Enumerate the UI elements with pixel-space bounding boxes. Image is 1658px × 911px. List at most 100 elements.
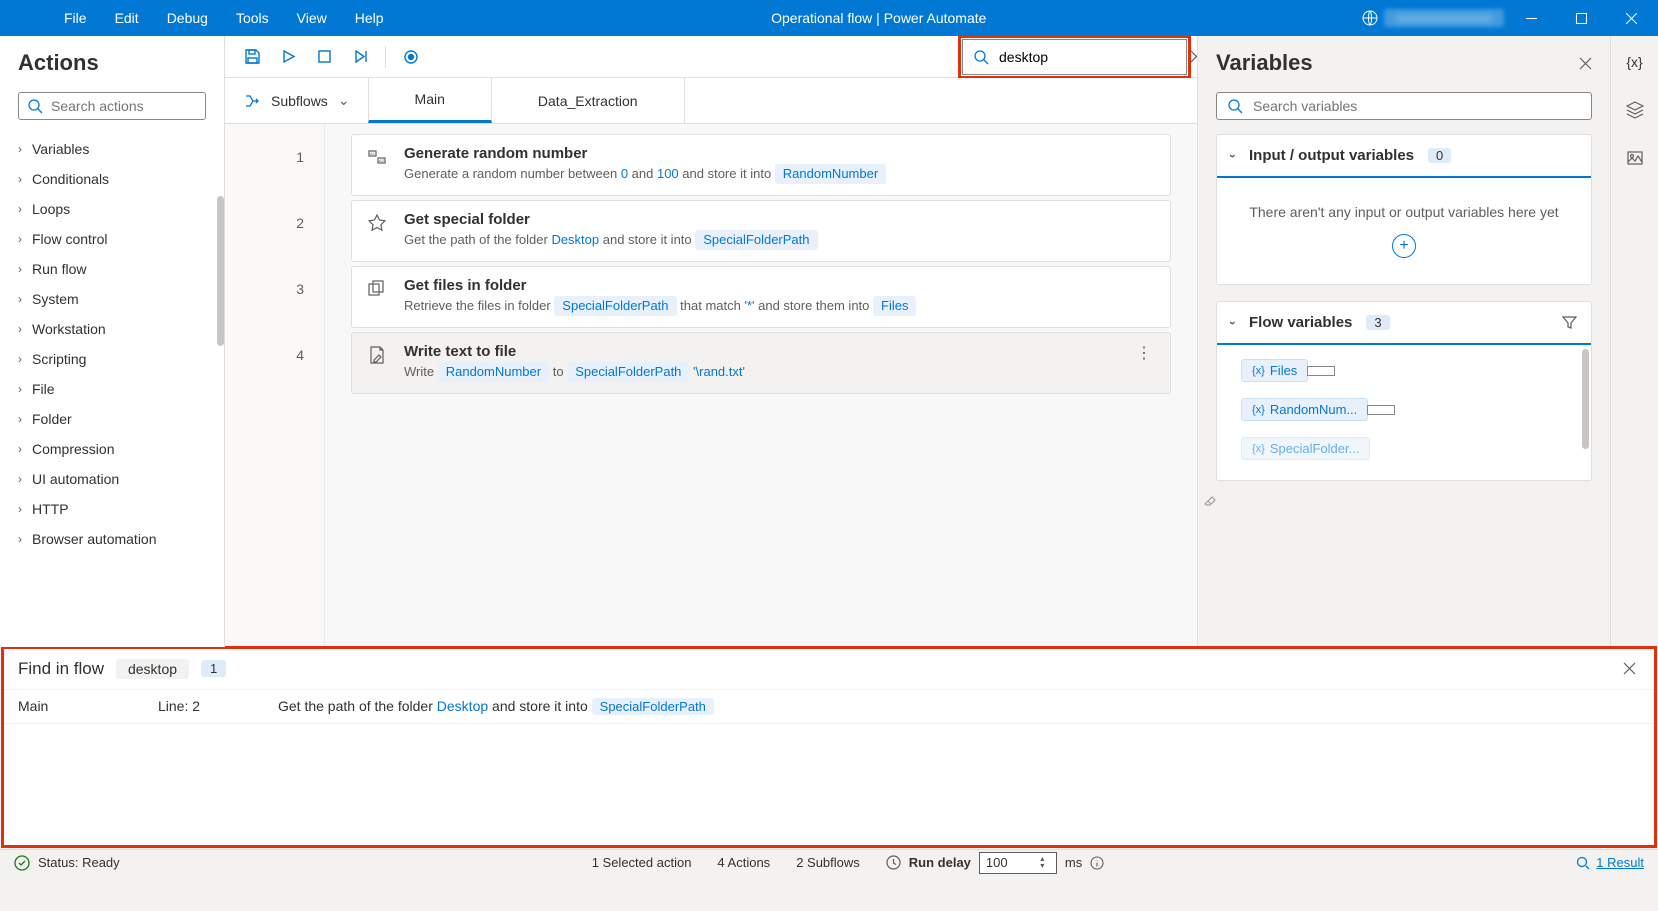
flow-var-item[interactable]: {x}SpecialFolder... bbox=[1227, 429, 1581, 468]
variable-chip: RandomNumber bbox=[438, 362, 549, 382]
filter-icon[interactable] bbox=[1562, 315, 1577, 330]
add-variable-button[interactable]: + bbox=[1392, 234, 1416, 258]
flow-variables-header[interactable]: › Flow variables 3 bbox=[1217, 302, 1591, 345]
menu-tools[interactable]: Tools bbox=[222, 0, 283, 36]
actions-scrollbar[interactable] bbox=[217, 196, 224, 346]
line-number: 3 bbox=[225, 256, 324, 322]
layers-rail-icon[interactable] bbox=[1623, 98, 1647, 122]
actions-panel: Actions ›Variables ›Conditionals ›Loops … bbox=[0, 36, 225, 647]
search-icon bbox=[1227, 98, 1243, 114]
maximize-button[interactable] bbox=[1558, 0, 1604, 36]
category-loops[interactable]: ›Loops bbox=[18, 194, 220, 224]
category-scripting[interactable]: ›Scripting bbox=[18, 344, 220, 374]
variables-search-input[interactable] bbox=[1253, 98, 1581, 114]
step-button[interactable] bbox=[343, 40, 377, 74]
chevron-right-icon: › bbox=[18, 442, 22, 456]
flow-variables-section: › Flow variables 3 {x}Files {x}RandomNum… bbox=[1216, 301, 1592, 481]
category-http[interactable]: ›HTTP bbox=[18, 494, 220, 524]
eraser-icon[interactable] bbox=[1198, 487, 1610, 511]
minimize-button[interactable] bbox=[1508, 0, 1554, 36]
find-in-flow-panel: Find in flow desktop 1 Main Line: 2 Get … bbox=[2, 647, 1656, 847]
close-button[interactable] bbox=[1608, 0, 1654, 36]
svg-text:A2: A2 bbox=[379, 158, 385, 163]
line-number: 4 bbox=[225, 322, 324, 388]
more-options-icon[interactable]: ⋮ bbox=[1134, 343, 1154, 363]
io-count-badge: 0 bbox=[1428, 148, 1451, 163]
category-browser-automation[interactable]: ›Browser automation bbox=[18, 524, 220, 554]
step-title: Get special folder bbox=[404, 211, 1154, 228]
flow-vars-scrollbar[interactable] bbox=[1582, 349, 1589, 449]
line-number: 1 bbox=[225, 124, 324, 190]
category-variables[interactable]: ›Variables bbox=[18, 134, 220, 164]
status-ready: Status: Ready bbox=[38, 855, 120, 870]
search-icon bbox=[27, 98, 43, 114]
line-gutter: 1 2 3 4 bbox=[225, 124, 325, 647]
find-close-icon[interactable] bbox=[1619, 658, 1640, 679]
step-special-folder[interactable]: Get special folder Get the path of the f… bbox=[351, 200, 1171, 262]
category-file[interactable]: ›File bbox=[18, 374, 220, 404]
step-description: Write RandomNumber to SpecialFolderPath … bbox=[404, 362, 1118, 382]
toolbar bbox=[225, 36, 1197, 78]
chevron-down-icon: ⌄ bbox=[338, 92, 350, 109]
actions-search-input[interactable] bbox=[51, 98, 232, 114]
step-generate-random[interactable]: A1A2 Generate random number Generate a r… bbox=[351, 134, 1171, 196]
images-rail-icon[interactable] bbox=[1623, 146, 1647, 170]
category-folder[interactable]: ›Folder bbox=[18, 404, 220, 434]
step-write-text[interactable]: Write text to file Write RandomNumber to… bbox=[351, 332, 1171, 394]
window-title: Operational flow | Power Automate bbox=[398, 10, 1360, 26]
run-button[interactable] bbox=[271, 40, 305, 74]
io-variables-header[interactable]: › Input / output variables 0 bbox=[1217, 135, 1591, 178]
flow-var-item[interactable]: {x}Files bbox=[1227, 351, 1581, 390]
search-icon bbox=[973, 49, 989, 65]
tab-main[interactable]: Main bbox=[368, 78, 492, 123]
variable-chip: {x}RandomNum... bbox=[1241, 398, 1368, 421]
write-file-icon bbox=[368, 346, 388, 366]
category-system[interactable]: ›System bbox=[18, 284, 220, 314]
actions-search[interactable] bbox=[18, 92, 206, 120]
search-flow-input[interactable] bbox=[999, 49, 1180, 65]
save-button[interactable] bbox=[235, 40, 269, 74]
variable-chip: SpecialFolderPath bbox=[592, 698, 714, 715]
menu-debug[interactable]: Debug bbox=[153, 0, 222, 36]
category-conditionals[interactable]: ›Conditionals bbox=[18, 164, 220, 194]
io-variables-section: › Input / output variables 0 There aren'… bbox=[1216, 134, 1592, 285]
category-compression[interactable]: ›Compression bbox=[18, 434, 220, 464]
chevron-right-icon: › bbox=[18, 352, 22, 366]
variables-rail-icon[interactable]: {x} bbox=[1623, 50, 1647, 74]
info-icon[interactable] bbox=[1090, 856, 1104, 870]
chevron-right-icon: › bbox=[18, 412, 22, 426]
record-button[interactable] bbox=[394, 40, 428, 74]
results-link[interactable]: 1 Result bbox=[1576, 855, 1644, 870]
steps-column: A1A2 Generate random number Generate a r… bbox=[325, 124, 1197, 647]
variables-panel: Variables › Input / output variables 0 T… bbox=[1197, 36, 1610, 647]
flow-canvas: 1 2 3 4 A1A2 Generate random number Gene… bbox=[225, 124, 1197, 647]
delay-input[interactable]: 100 ▲▼ bbox=[979, 852, 1057, 874]
menu-edit[interactable]: Edit bbox=[101, 0, 153, 36]
category-flow-control[interactable]: ›Flow control bbox=[18, 224, 220, 254]
step-description: Retrieve the files in folder SpecialFold… bbox=[404, 296, 1154, 316]
search-flow[interactable] bbox=[962, 39, 1187, 75]
tab-data-extraction[interactable]: Data_Extraction bbox=[492, 78, 685, 123]
subflows-dropdown[interactable]: Subflows ⌄ bbox=[225, 78, 368, 123]
find-result-row[interactable]: Main Line: 2 Get the path of the folder … bbox=[2, 689, 1656, 724]
actions-category-list: ›Variables ›Conditionals ›Loops ›Flow co… bbox=[0, 134, 224, 647]
stop-button[interactable] bbox=[307, 40, 341, 74]
status-subflows: 2 Subflows bbox=[796, 855, 860, 870]
category-run-flow[interactable]: ›Run flow bbox=[18, 254, 220, 284]
menu-help[interactable]: Help bbox=[341, 0, 398, 36]
step-title: Generate random number bbox=[404, 145, 1154, 162]
menu-view[interactable]: View bbox=[283, 0, 341, 36]
chevron-right-icon: › bbox=[18, 502, 22, 516]
category-ui-automation[interactable]: ›UI automation bbox=[18, 464, 220, 494]
globe-icon bbox=[1360, 8, 1380, 28]
menu-file[interactable]: File bbox=[50, 0, 101, 36]
io-empty-message: There aren't any input or output variabl… bbox=[1237, 204, 1571, 220]
variable-chip: {x}SpecialFolder... bbox=[1241, 437, 1370, 460]
step-get-files[interactable]: Get files in folder Retrieve the files i… bbox=[351, 266, 1171, 328]
close-panel-icon[interactable] bbox=[1579, 57, 1592, 70]
chevron-right-icon: › bbox=[18, 292, 22, 306]
flow-var-item[interactable]: {x}RandomNum... bbox=[1227, 390, 1581, 429]
delay-spinner[interactable]: ▲▼ bbox=[1039, 856, 1053, 870]
category-workstation[interactable]: ›Workstation bbox=[18, 314, 220, 344]
variables-search[interactable] bbox=[1216, 92, 1592, 120]
